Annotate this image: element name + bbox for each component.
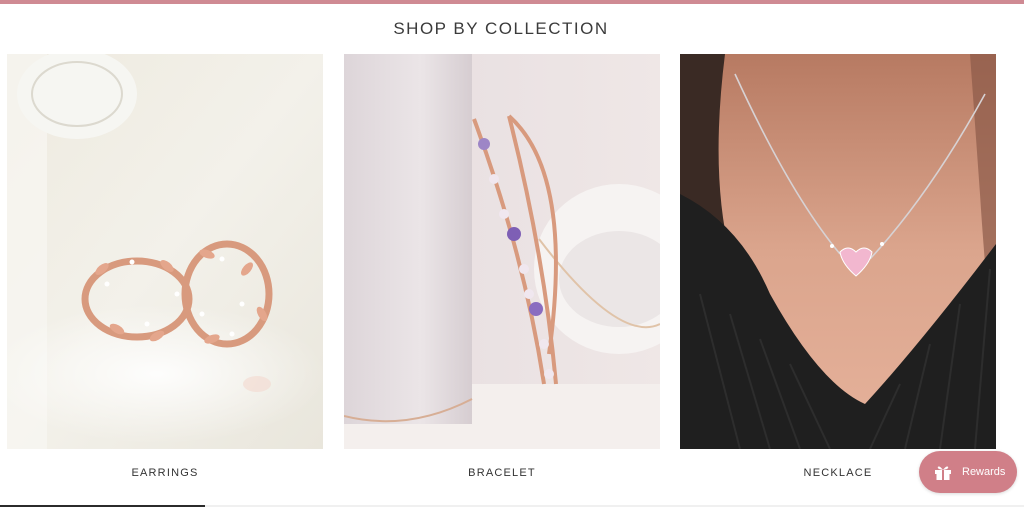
collection-label-bracelet[interactable]: BRACELET (344, 467, 660, 479)
necklace-image[interactable] (680, 54, 996, 449)
rewards-label: Rewards (962, 466, 1006, 478)
bracelet-image[interactable] (344, 54, 660, 449)
collection-card-necklace[interactable] (680, 54, 996, 449)
collection-card-earrings[interactable] (7, 54, 323, 449)
collection-label-earrings[interactable]: EARRINGS (7, 467, 323, 479)
top-accent-bar (0, 0, 1024, 4)
collection-card-bracelet[interactable] (344, 54, 660, 449)
rewards-button[interactable]: Rewards (919, 451, 1017, 493)
gift-icon (935, 466, 951, 480)
earrings-image[interactable] (7, 54, 323, 449)
section-heading: SHOP BY COLLECTION (393, 19, 609, 38)
